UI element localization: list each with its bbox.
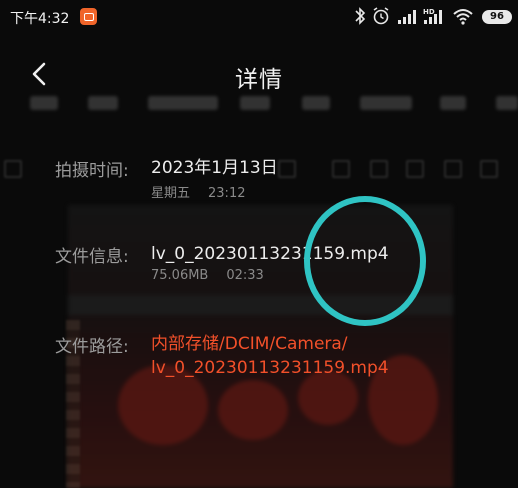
hd-signal-icon: HD [423,8,442,24]
status-bar: 下午4:32 HD 96 [0,0,518,34]
status-time: 下午4:32 [10,11,70,27]
file-path-line1[interactable]: 内部存储/DCIM/Camera/ [151,332,348,356]
status-icons: HD 96 [352,6,512,28]
signal-icon [398,10,416,24]
capture-date-value: 2023年1月13日 [151,158,278,178]
blurred-toolbar-row [0,96,518,118]
file-path-label: 文件路径: [55,337,129,357]
capture-clock: 23:12 [208,186,246,201]
svg-text:HD: HD [423,8,435,16]
file-name-value: lv_0_20230113231159.mp4 [151,244,389,264]
capture-weekday: 星期五 [151,186,191,201]
wifi-icon [453,9,473,25]
file-info-label: 文件信息: [55,247,129,267]
page-title: 详情 [235,67,283,93]
file-duration: 02:33 [226,268,264,283]
alarm-icon [373,7,389,25]
bluetooth-icon [355,7,366,25]
capture-weekday-time: 星期五 23:12 [151,182,245,201]
file-size-duration: 75.06MB 02:33 [151,268,264,283]
capture-time-label: 拍摄时间: [55,161,129,181]
file-size: 75.06MB [151,268,209,283]
battery-icon: 96 [482,10,512,24]
file-path-line2[interactable]: lv_0_20230113231159.mp4 [151,356,389,380]
app-notification-icon [80,8,97,25]
header: 详情 [0,52,518,96]
